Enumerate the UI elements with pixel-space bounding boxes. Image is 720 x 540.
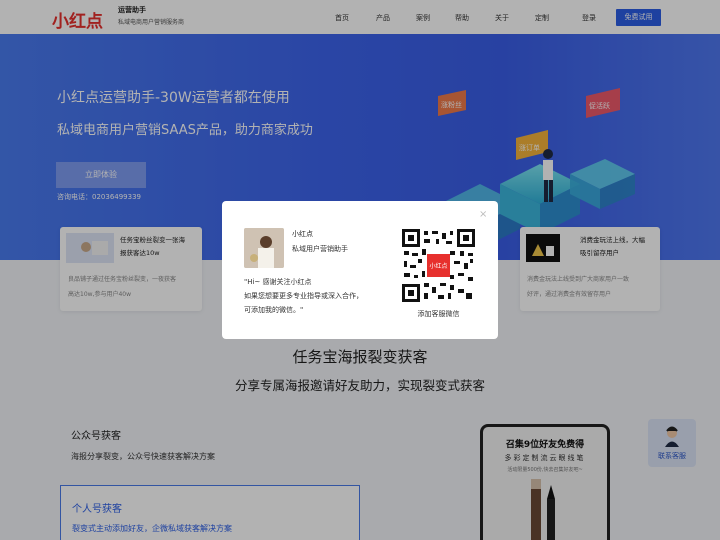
assistant-role: 私域用户营销助手 — [292, 245, 348, 253]
contact-modal: × 小红点 私域用户营销助手 "Hi~ 感谢关注小红点 如果您想要更多专业指导或… — [222, 201, 498, 339]
close-icon[interactable]: × — [479, 209, 487, 220]
svg-text:小红点: 小红点 — [429, 262, 447, 270]
greeting-line-3: 可添加我的微信。" — [244, 306, 304, 314]
greeting-line-1: "Hi~ 感谢关注小红点 — [244, 278, 312, 286]
assistant-name: 小红点 — [292, 230, 313, 238]
wechat-qr-code: 小红点 — [402, 229, 475, 302]
greeting-line-2: 如果您想要更多专业指导或深入合作， — [244, 292, 363, 300]
assistant-avatar — [244, 228, 284, 268]
qr-caption: 添加客服微信 — [417, 310, 460, 318]
